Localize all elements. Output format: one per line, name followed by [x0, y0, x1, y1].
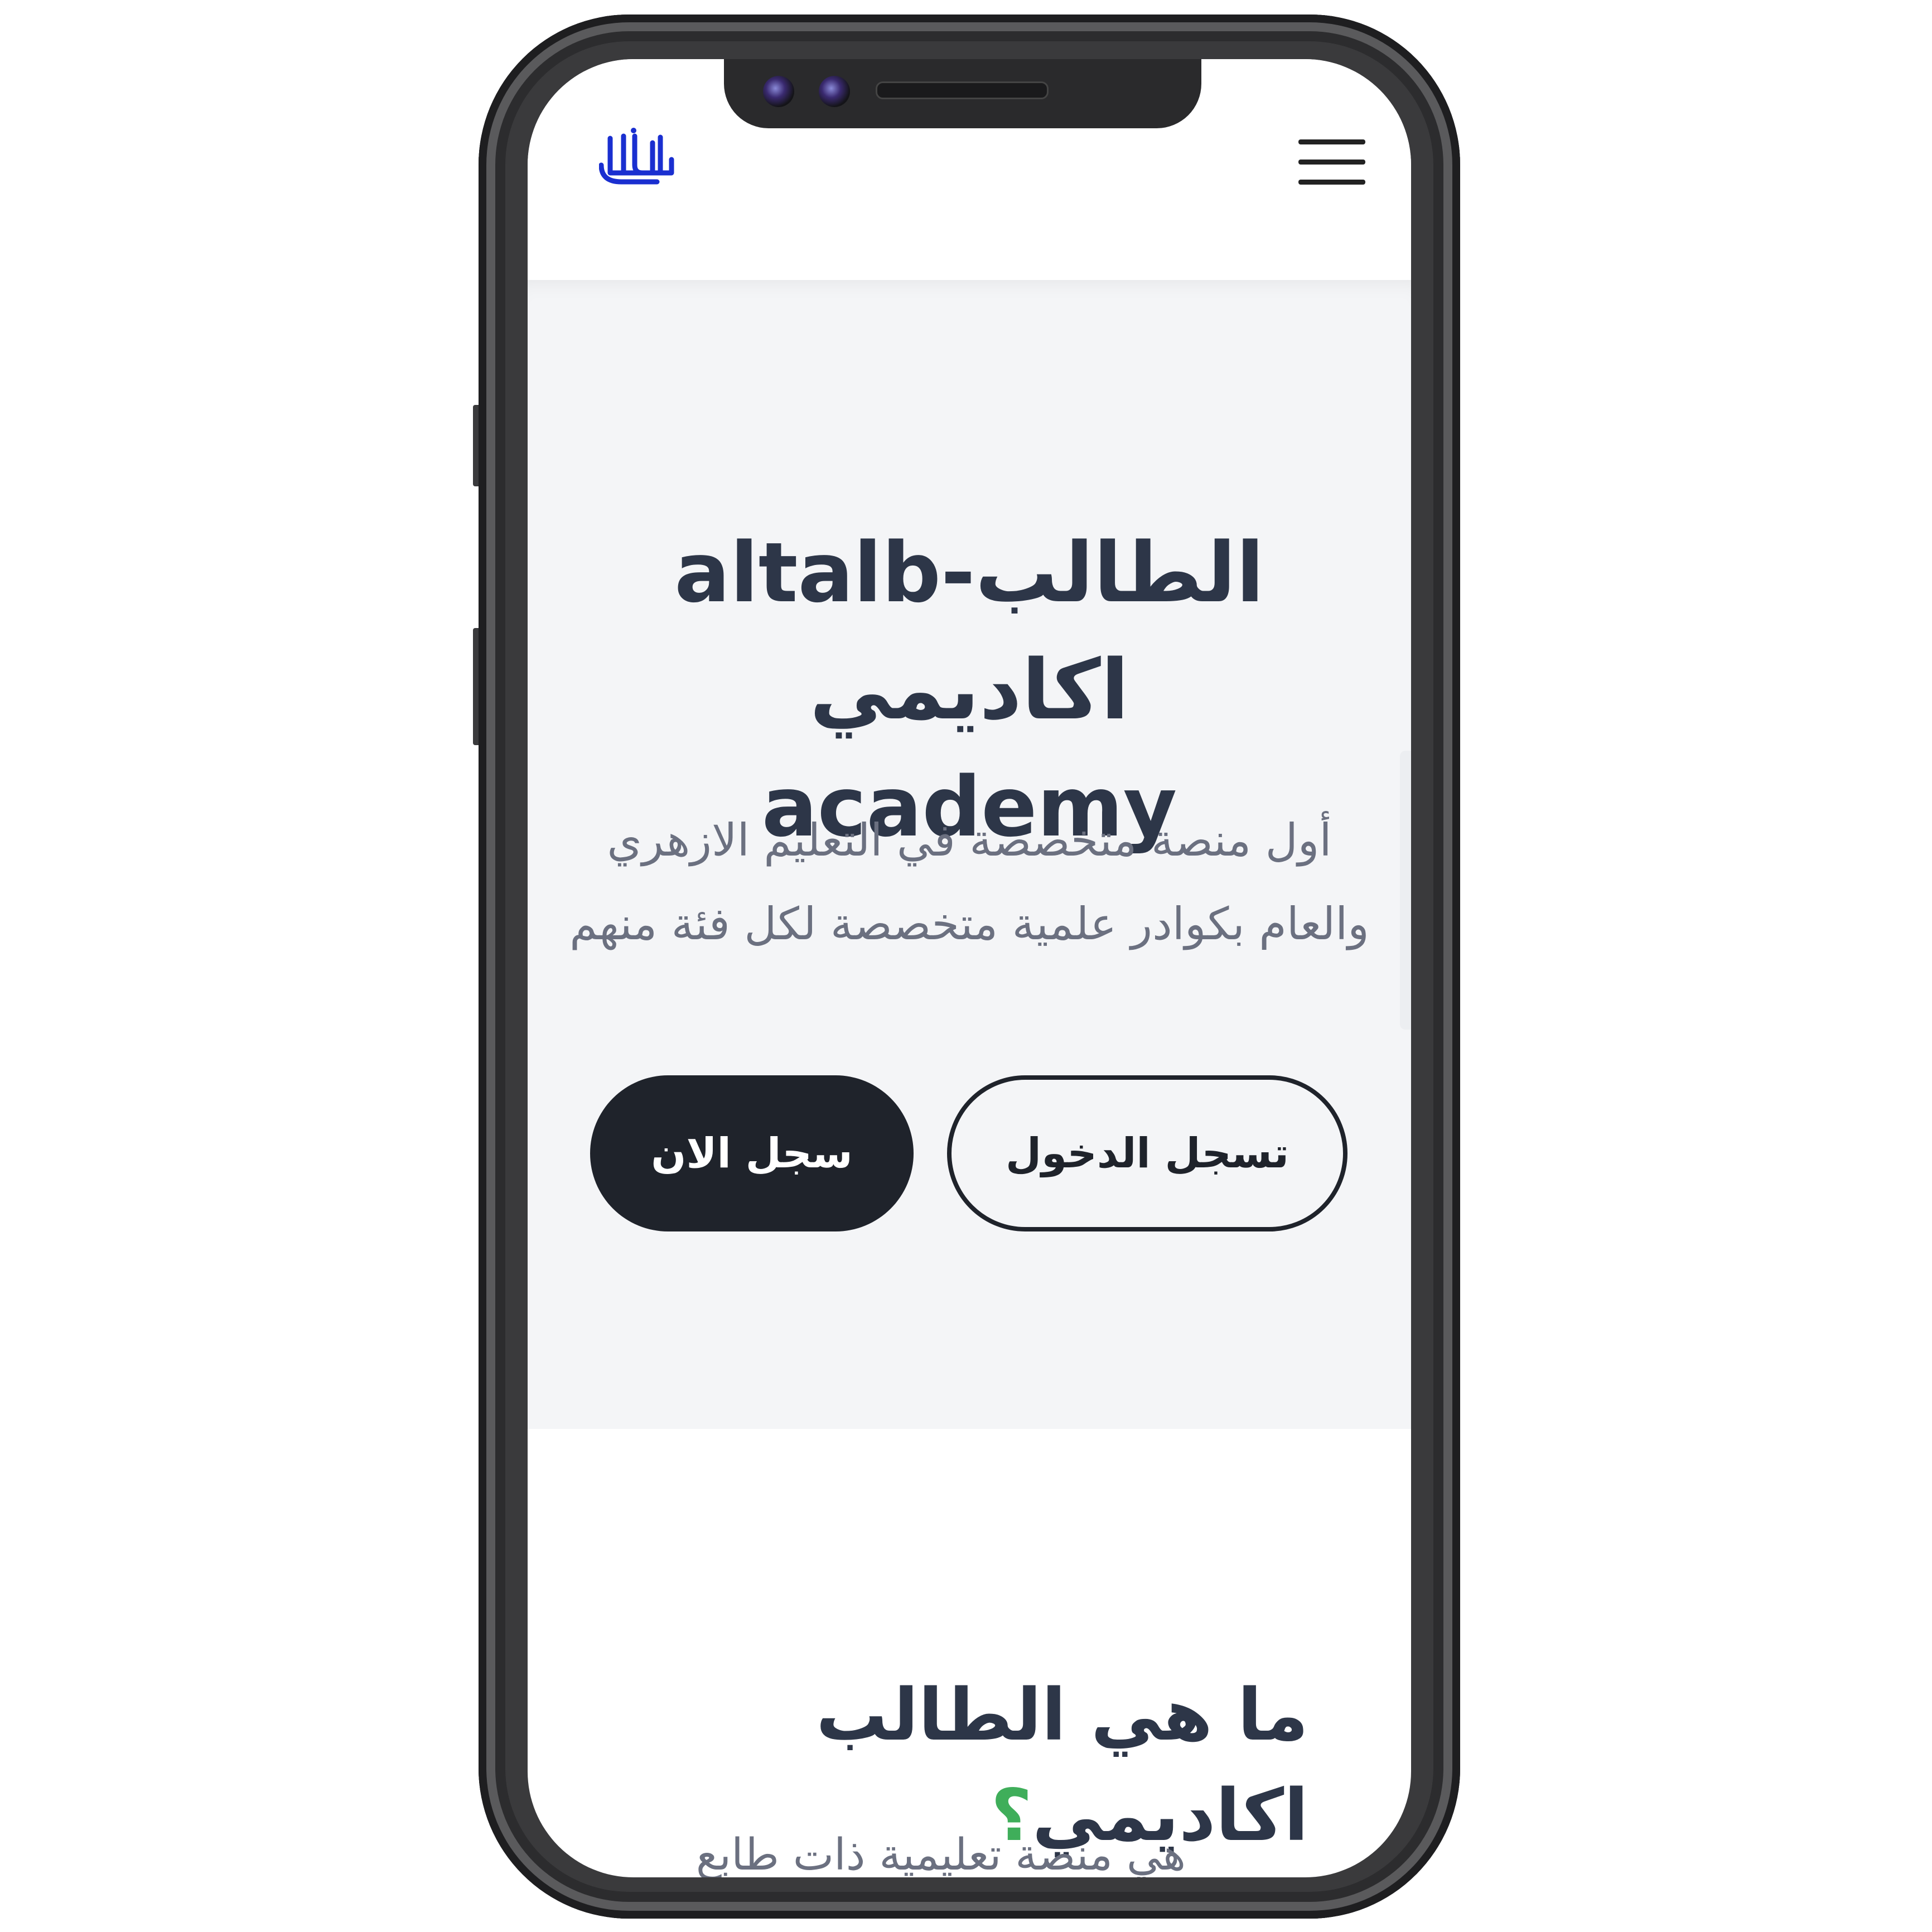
site-logo[interactable] [598, 126, 677, 187]
phone-screen: altalb-الطالب اكاديمي academy أول منصة م… [528, 59, 1411, 1877]
hero-description: أول منصة متخصصة في التعليم الازهري والعا… [569, 814, 1369, 950]
phone-notch [724, 59, 1201, 128]
hamburger-line-icon [1298, 160, 1365, 165]
hamburger-menu-button[interactable] [1298, 139, 1365, 185]
hero-title-line-1: altalb-الطالب اكاديمي [674, 525, 1264, 738]
register-now-button[interactable]: سجل الان [590, 1075, 914, 1231]
login-button[interactable]: تسجل الدخول [947, 1075, 1347, 1231]
about-section-text: هي منصة تعليمية ذات طابع مختلف [695, 1830, 1186, 1877]
login-label: تسجل الدخول [1005, 1129, 1289, 1177]
logo-mark-icon [598, 128, 674, 185]
hamburger-line-icon [1298, 139, 1365, 144]
front-sensor-icon [819, 76, 850, 107]
hamburger-line-icon [1298, 180, 1365, 185]
front-camera-icon [763, 76, 794, 107]
hero-section: altalb-الطالب اكاديمي academy أول منصة م… [528, 280, 1411, 1429]
side-drawer-tab[interactable] [1400, 751, 1411, 1030]
register-now-label: سجل الان [651, 1129, 853, 1177]
earpiece-speaker [876, 81, 1049, 99]
